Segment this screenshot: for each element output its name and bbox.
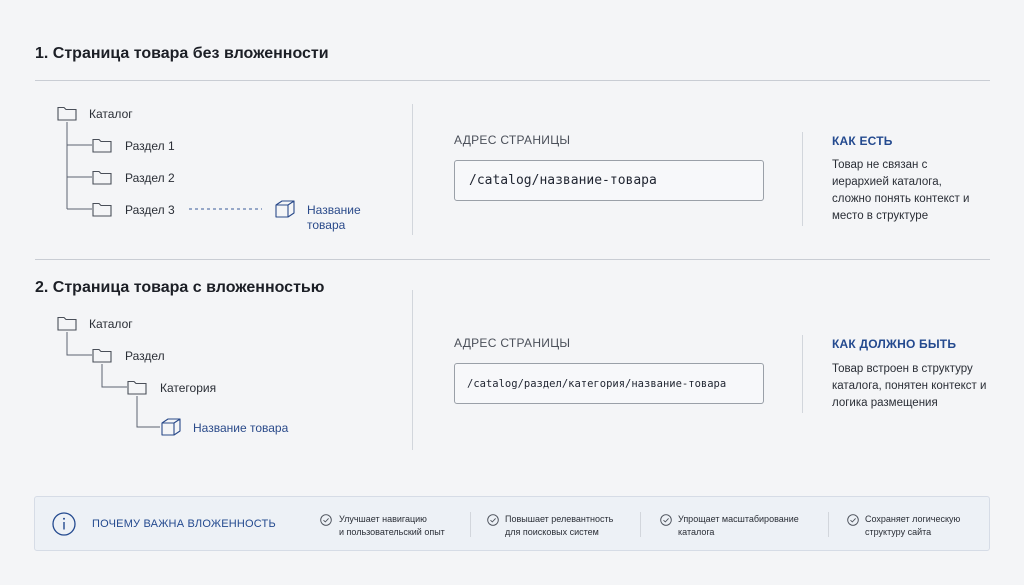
product-box-icon bbox=[274, 199, 296, 224]
tree-level1-label: Раздел bbox=[125, 349, 165, 363]
product-box-icon bbox=[160, 417, 182, 442]
url-field: /catalog/название-товара bbox=[454, 160, 764, 201]
tree-item-label: Раздел 2 bbox=[125, 171, 175, 185]
info-title: ПОЧЕМУ ВАЖНА ВЛОЖЕННОСТЬ bbox=[92, 518, 276, 530]
folder-icon bbox=[57, 315, 77, 336]
tree-item-label: Раздел 1 bbox=[125, 139, 175, 153]
url-text: /catalog/раздел/категория/название-товар… bbox=[467, 377, 727, 390]
address-label: АДРЕС СТРАНИЦЫ bbox=[454, 133, 571, 147]
benefit-line: каталога bbox=[678, 527, 715, 537]
benefit-line: структуру сайта bbox=[865, 527, 932, 537]
folder-icon bbox=[92, 201, 112, 222]
benefit-line: и пользовательский опыт bbox=[339, 527, 445, 537]
section2-title: 2. Страница товара с вложенностью bbox=[35, 279, 325, 296]
folder-icon bbox=[92, 347, 112, 368]
benefit-item: Улучшает навигацию и пользовательский оп… bbox=[339, 513, 445, 539]
url-text: /catalog/название-товара bbox=[469, 173, 657, 188]
tree-root-label: Каталог bbox=[89, 107, 133, 121]
benefit-divider bbox=[470, 512, 471, 537]
folder-icon bbox=[92, 169, 112, 190]
column-divider bbox=[412, 290, 413, 450]
section2-divider bbox=[35, 259, 990, 260]
check-icon bbox=[847, 513, 859, 531]
status-title: КАК ДОЛЖНО БЫТЬ bbox=[832, 337, 957, 351]
benefit-item: Упрощает масштабирование каталога bbox=[678, 513, 799, 539]
tree-root-label: Каталог bbox=[89, 317, 133, 331]
status-title: КАК ЕСТЬ bbox=[832, 134, 893, 148]
benefit-item: Сохраняет логическую структуру сайта bbox=[865, 513, 960, 539]
column-divider bbox=[802, 132, 803, 226]
benefit-line: Улучшает навигацию bbox=[339, 514, 427, 524]
benefit-line: Упрощает масштабирование bbox=[678, 514, 799, 524]
folder-icon bbox=[57, 105, 77, 126]
check-icon bbox=[660, 513, 672, 531]
check-icon bbox=[487, 513, 499, 531]
benefit-divider bbox=[640, 512, 641, 537]
tree-item-label: Раздел 3 bbox=[125, 203, 175, 217]
column-divider bbox=[412, 104, 413, 235]
column-divider bbox=[802, 335, 803, 413]
url-field: /catalog/раздел/категория/название-товар… bbox=[454, 363, 764, 404]
benefit-item: Повышает релевантность для поисковых сис… bbox=[505, 513, 613, 539]
benefit-line: для поисковых систем bbox=[505, 527, 599, 537]
address-label: АДРЕС СТРАНИЦЫ bbox=[454, 336, 571, 350]
status-text: Товар не связан с иерархией каталога, сл… bbox=[832, 159, 970, 222]
tree-level2-label: Категория bbox=[160, 381, 217, 395]
folder-icon bbox=[92, 137, 112, 158]
check-icon bbox=[320, 513, 332, 531]
status-text: Товар встроен в структуру каталога, поня… bbox=[832, 363, 987, 409]
folder-icon bbox=[127, 379, 147, 400]
product-label: Название товара bbox=[307, 203, 361, 232]
info-icon bbox=[52, 512, 76, 541]
benefit-line: Сохраняет логическую bbox=[865, 514, 961, 524]
product-label: Название товара bbox=[193, 421, 289, 435]
benefit-divider bbox=[828, 512, 829, 537]
benefit-line: Повышает релевантность bbox=[505, 514, 614, 524]
